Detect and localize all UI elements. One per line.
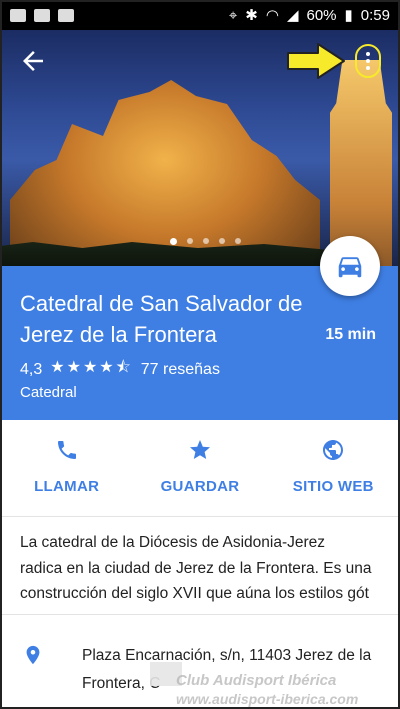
place-title: Catedral de San Salvador de Jerez de la … xyxy=(20,291,303,347)
youtube-notification-icon xyxy=(58,8,74,22)
call-button[interactable]: LLAMAR xyxy=(7,420,127,516)
phone-icon xyxy=(53,436,81,464)
back-button[interactable] xyxy=(18,46,48,76)
pager-dot[interactable] xyxy=(203,238,209,244)
place-category: Catedral xyxy=(20,384,77,401)
action-bar: LLAMAR GUARDAR SITIO WEB xyxy=(0,420,400,517)
signal-icon: ◢ xyxy=(286,7,299,24)
directions-button[interactable] xyxy=(320,236,380,296)
mail-notification-icon xyxy=(34,8,50,22)
call-label: LLAMAR xyxy=(34,478,100,495)
wifi-icon: ◠ xyxy=(265,7,279,24)
pager-dot[interactable] xyxy=(170,238,177,245)
car-icon xyxy=(338,257,362,278)
description-line: radica en la ciudad de Jerez de la Front… xyxy=(20,559,372,577)
location-icon: ⌖ xyxy=(228,6,238,24)
save-button[interactable]: GUARDAR xyxy=(140,420,260,516)
battery-icon: ▮ xyxy=(344,7,353,24)
save-label: GUARDAR xyxy=(160,478,240,495)
more-dot-icon xyxy=(366,52,370,56)
star-rating-icon: ★★★★⯪ xyxy=(50,359,133,376)
status-bar: ⌖ ✱ ◠ ◢ 60% ▮ 0:59 xyxy=(0,0,400,30)
watermark: Club Audisport Ibérica www.audisport-ibe… xyxy=(176,672,396,708)
image-notification-icon xyxy=(10,8,26,22)
bluetooth-icon: ✱ xyxy=(245,7,258,24)
clock: 0:59 xyxy=(360,6,390,24)
pager-dot[interactable] xyxy=(235,238,241,244)
watermark-title: Club Audisport Ibérica xyxy=(176,672,337,689)
globe-icon xyxy=(319,436,347,464)
rating-value: 4,3 xyxy=(20,360,43,378)
rating-row[interactable]: 4,3 ★★★★⯪ 77 reseñas xyxy=(20,356,220,383)
annotation-arrow-icon xyxy=(287,43,345,79)
cathedral-photo-tower xyxy=(330,60,392,266)
website-label: SITIO WEB xyxy=(292,478,374,495)
watermark-url: www.audisport-iberica.com xyxy=(176,691,359,707)
description-line: construcción del siglo XVII que aúna los… xyxy=(20,585,369,602)
description-line: La catedral de la Diócesis de Asidonia-J… xyxy=(20,534,326,551)
address-line: Plaza Encarnación, s/n, 11403 Jerez de l… xyxy=(82,647,372,664)
battery-percent: 60% xyxy=(306,6,337,24)
reviews-count[interactable]: 77 reseñas xyxy=(141,361,220,379)
photo-pager[interactable] xyxy=(170,238,241,245)
more-options-button[interactable] xyxy=(355,44,381,78)
location-pin-icon xyxy=(26,645,40,665)
more-dot-icon xyxy=(366,66,370,70)
system-icons: ⌖ ✱ ◠ ◢ 60% ▮ 0:59 xyxy=(228,6,390,25)
website-button[interactable]: SITIO WEB xyxy=(273,420,393,516)
notification-icons xyxy=(10,8,74,22)
star-icon xyxy=(186,436,214,464)
section-divider xyxy=(0,614,400,615)
pager-dot[interactable] xyxy=(187,238,193,244)
place-description[interactable]: La catedral de la Diócesis de Asidonia-J… xyxy=(20,530,392,607)
drive-time: 15 min xyxy=(325,326,376,343)
pager-dot[interactable] xyxy=(219,238,225,244)
more-dot-icon xyxy=(366,59,370,63)
arrow-back-icon xyxy=(23,51,43,71)
cathedral-photo-facade xyxy=(10,80,320,266)
